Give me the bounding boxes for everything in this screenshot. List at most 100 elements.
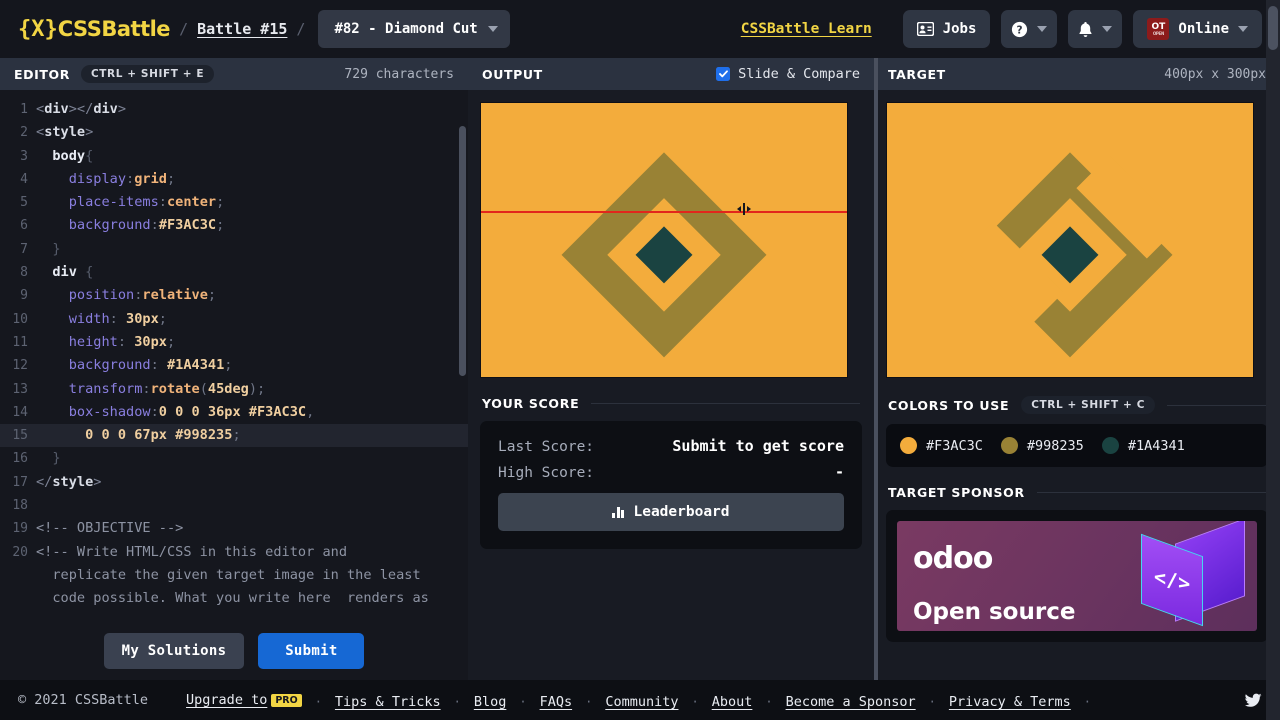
- color-item[interactable]: #F3AC3C: [900, 437, 983, 454]
- code-line[interactable]: 19 <!-- OBJECTIVE -->: [0, 517, 468, 540]
- sponsor-banner[interactable]: </> odoo Open source: [897, 521, 1257, 631]
- code-token: 30px: [134, 333, 167, 350]
- jobs-button[interactable]: Jobs: [902, 10, 991, 48]
- challenge-select[interactable]: #82 - Diamond Cut: [318, 10, 510, 48]
- footer-link[interactable]: Tips & Tricks: [335, 694, 441, 710]
- code-line[interactable]: 13 transform:rotate(45deg);: [0, 378, 468, 401]
- code-editor[interactable]: 1 <div></div> 2 <style> 3 body{4 display:gri…: [0, 90, 468, 680]
- colors-section-header: COLORS TO USE CTRL + SHIFT + C: [874, 378, 1280, 424]
- code-text: <!-- Write HTML/CSS in this editor and: [36, 541, 347, 564]
- footer-link[interactable]: FAQs: [540, 694, 573, 710]
- code-text: box-shadow:0 0 0 36px #F3AC3C,: [36, 401, 315, 424]
- leaderboard-button[interactable]: Leaderboard: [498, 493, 844, 531]
- code-line[interactable]: 12 background: #1A4341;: [0, 354, 468, 377]
- code-token: );: [248, 380, 266, 397]
- slide-compare-handle[interactable]: [733, 202, 755, 216]
- code-line[interactable]: 14 box-shadow:0 0 0 36px #F3AC3C,: [0, 401, 468, 424]
- color-item[interactable]: #1A4341: [1101, 437, 1185, 454]
- target-dimensions: 400px x 300px: [1164, 66, 1266, 82]
- line-number: 4: [20, 171, 28, 187]
- code-line[interactable]: 3 body{: [0, 145, 468, 168]
- page-scrollbar[interactable]: [1266, 0, 1280, 720]
- code-token: div: [44, 101, 69, 117]
- code-line[interactable]: 8 div {: [0, 261, 468, 284]
- breadcrumb-separator-1: /: [179, 20, 189, 38]
- slide-compare-toggle[interactable]: Slide & Compare: [716, 66, 860, 82]
- footer-link[interactable]: Community: [605, 694, 678, 710]
- target-artwork: [887, 103, 1253, 377]
- bell-icon: [1079, 21, 1092, 37]
- sponsor-card[interactable]: </> odoo Open source: [886, 510, 1268, 642]
- target-canvas[interactable]: [886, 102, 1254, 378]
- code-line[interactable]: 11 height: 30px;: [0, 331, 468, 354]
- code-line[interactable]: replicate the given target image in the …: [0, 564, 468, 587]
- code-token: :: [150, 357, 167, 374]
- account-status-button[interactable]: OT OPEN Online: [1133, 10, 1262, 48]
- code-line[interactable]: 7 }: [0, 238, 468, 261]
- code-token: <!-- OBJECTIVE -->: [36, 520, 184, 537]
- code-lines[interactable]: 1 <div></div> 2 <style> 3 body{4 display:gri…: [0, 98, 468, 611]
- handle-bar: [743, 203, 745, 215]
- color-swatch: [1101, 437, 1119, 454]
- slide-compare-checkbox[interactable]: [716, 67, 731, 81]
- output-artwork: [481, 103, 847, 377]
- code-token: div: [93, 101, 118, 117]
- footer-link[interactable]: About: [712, 694, 753, 710]
- id-card-icon: [916, 22, 934, 36]
- upgrade-to-pro-link[interactable]: Upgrade to PRO: [186, 692, 302, 708]
- help-button[interactable]: ?: [1001, 10, 1058, 48]
- footer-link[interactable]: Blog: [474, 694, 507, 710]
- code-text: div {: [36, 261, 93, 284]
- code-text: }: [36, 447, 60, 470]
- breadcrumb-battle-link[interactable]: Battle #15: [197, 20, 287, 38]
- output-canvas[interactable]: [480, 102, 848, 378]
- code-token: ;: [158, 310, 167, 327]
- code-line[interactable]: 1 <div></div>: [0, 98, 468, 121]
- code-token: {: [85, 147, 94, 164]
- color-swatch: [1000, 437, 1018, 454]
- color-item[interactable]: #998235: [1000, 437, 1084, 454]
- code-line[interactable]: code possible. What you write here rende…: [0, 587, 468, 610]
- code-line[interactable]: 15 0 0 0 67px #998235;: [0, 424, 468, 448]
- code-line[interactable]: 16 }: [0, 447, 468, 470]
- code-token: >: [93, 473, 102, 490]
- code-line[interactable]: 20 <!-- Write HTML/CSS in this editor and: [0, 541, 468, 564]
- code-text: <!-- OBJECTIVE -->: [36, 517, 183, 540]
- code-line[interactable]: 4 display:grid;: [0, 168, 468, 191]
- code-token: 0 0 0 36px #F3AC3C: [158, 403, 307, 420]
- code-line[interactable]: 10 width: 30px;: [0, 308, 468, 331]
- brand-logo[interactable]: {X} CSSBattle: [18, 17, 171, 42]
- sponsor-tagline: Open source: [913, 599, 1076, 625]
- code-line[interactable]: 5 place-items:center;: [0, 191, 468, 214]
- code-line[interactable]: 17 </style>: [0, 471, 468, 494]
- copyright-text: © 2021 CSSBattle: [18, 692, 149, 708]
- line-number: 2: [20, 125, 28, 141]
- code-token: <: [36, 101, 45, 117]
- my-solutions-button[interactable]: My Solutions: [103, 633, 245, 669]
- code-line[interactable]: 9 position:relative;: [0, 284, 468, 307]
- line-number: 15: [12, 428, 28, 444]
- footer-link[interactable]: Become a Sponsor: [786, 694, 916, 710]
- color-hex: #1A4341: [1127, 437, 1185, 454]
- footer-link[interactable]: Privacy & Terms: [949, 694, 1071, 710]
- cssbattle-learn-link[interactable]: CSSBattle Learn: [741, 21, 872, 37]
- notifications-button[interactable]: [1068, 10, 1123, 48]
- code-line[interactable]: 6 background:#F3AC3C;: [0, 214, 468, 237]
- bar-chart-icon: [612, 506, 625, 518]
- target-title: TARGET: [888, 66, 946, 82]
- code-line[interactable]: 18: [0, 494, 468, 517]
- page-scrollbar-thumb[interactable]: [1268, 6, 1278, 50]
- twitter-icon[interactable]: [1245, 693, 1262, 708]
- slide-compare-divider[interactable]: [481, 211, 847, 213]
- code-line[interactable]: 2 <style>: [0, 121, 468, 144]
- code-token: }: [52, 240, 61, 257]
- editor-scrollbar[interactable]: [459, 126, 466, 376]
- submit-button[interactable]: Submit: [258, 633, 365, 669]
- code-text: display:grid;: [36, 168, 175, 191]
- sponsor-section-title: TARGET SPONSOR: [888, 485, 1025, 500]
- code-token: grid: [134, 170, 167, 187]
